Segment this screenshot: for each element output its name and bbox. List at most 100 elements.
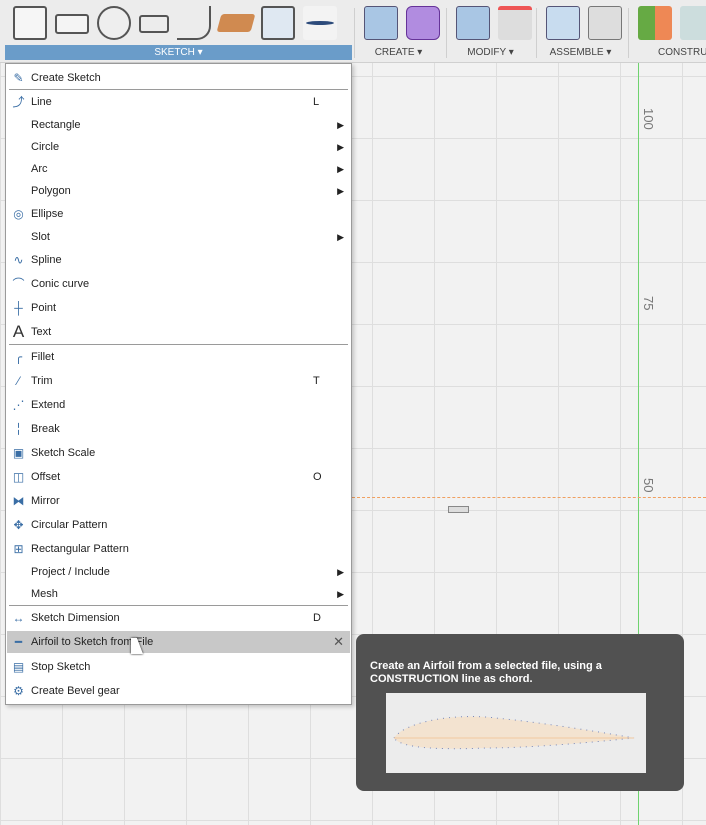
menu-item-label: Sketch Dimension <box>31 612 120 624</box>
shortcut-key: D <box>313 612 321 624</box>
airfoil-icon: ━ <box>14 635 23 649</box>
bevel-gear-icon: ⚙ <box>13 684 24 698</box>
menu-item-label: Point <box>31 302 57 314</box>
menu-item-extend[interactable]: ⋰ Extend <box>7 394 350 416</box>
assemble-menu-label[interactable]: ASSEMBLE ▾ <box>538 45 623 60</box>
center-rectangle-icon[interactable] <box>139 15 169 33</box>
airfoil-preview-image <box>386 693 646 773</box>
menu-item-label: Rectangle <box>31 119 81 131</box>
assemble-group: ASSEMBLE ▾ <box>538 0 623 62</box>
submenu-arrow-icon: ▶ <box>337 589 344 599</box>
dimension-glyph <box>448 506 469 513</box>
airfoil-icon[interactable] <box>303 6 337 40</box>
circle-icon[interactable] <box>97 6 131 40</box>
menu-item-label: Fillet <box>31 351 55 363</box>
ellipse-icon: ◎ <box>13 207 24 221</box>
shortcut-key: L <box>313 96 320 108</box>
press-pull-icon[interactable] <box>456 6 490 40</box>
rectangle-icon[interactable] <box>55 14 89 34</box>
modify-menu-label[interactable]: MODIFY ▾ <box>448 45 533 60</box>
form-icon[interactable] <box>406 6 440 40</box>
menu-item-label: Conic curve <box>31 278 90 290</box>
menu-item-conic-curve[interactable]: ⌒ Conic curve <box>7 273 350 295</box>
menu-item-label: Spline <box>31 254 62 266</box>
menu-item-create-bevel-gear[interactable]: ⚙ Create Bevel gear <box>7 680 350 702</box>
menu-item-mirror[interactable]: ⧓ Mirror <box>7 490 350 512</box>
menu-item-label: Extend <box>31 399 66 411</box>
menu-item-stop-sketch[interactable]: ▤ Stop Sketch <box>7 656 350 678</box>
create-sketch-icon: ✎ <box>13 71 24 85</box>
menu-item-slot[interactable]: Slot ▶ <box>7 226 350 248</box>
joint-icon[interactable] <box>588 6 622 40</box>
project-icon[interactable] <box>216 14 256 32</box>
extend-icon: ⋰ <box>12 398 25 412</box>
menu-item-label: Sketch Scale <box>31 447 96 459</box>
submenu-arrow-icon: ▶ <box>337 120 344 130</box>
submenu-arrow-icon: ▶ <box>337 186 344 196</box>
stop-sketch-icon: ▤ <box>12 660 25 674</box>
menu-item-sketch-dimension[interactable]: ↔ Sketch Dimension D <box>7 607 350 629</box>
menu-item-label: Ellipse <box>31 208 64 220</box>
modify-group: MODIFY ▾ <box>448 0 533 62</box>
new-component-icon[interactable] <box>546 6 580 40</box>
extrude-sketch-icon[interactable] <box>261 6 295 40</box>
menu-item-polygon[interactable]: Polygon ▶ <box>7 180 350 202</box>
menu-item-label: Rectangular Pattern <box>31 543 129 555</box>
extrude-icon[interactable] <box>364 6 398 40</box>
construct-menu-label[interactable]: CONSTRU <box>630 45 706 60</box>
menu-item-text[interactable]: A Text <box>7 321 350 343</box>
menu-item-airfoil-to-sketch-from-file[interactable]: ━ Airfoil to Sketch from File ✕ <box>7 631 350 653</box>
trim-icon: ⁄ <box>17 374 20 388</box>
menu-item-mesh[interactable]: Mesh ▶ <box>7 583 350 605</box>
menu-item-circular-pattern[interactable]: ✥ Circular Pattern <box>7 514 350 536</box>
text-icon: A <box>12 322 25 341</box>
midplane-icon[interactable] <box>680 6 706 40</box>
submenu-arrow-icon: ▶ <box>337 567 344 577</box>
ruler-label: 100 <box>641 108 656 130</box>
submenu-arrow-icon: ▶ <box>337 164 344 174</box>
menu-item-project-include[interactable]: Project / Include ▶ <box>7 561 350 583</box>
menu-item-label: Create Bevel gear <box>31 685 120 697</box>
menu-item-label: Project / Include <box>31 566 110 578</box>
rectangular-pattern-icon: ⊞ <box>13 542 24 556</box>
menu-item-label: Arc <box>31 163 48 175</box>
menu-item-rectangular-pattern[interactable]: ⊞ Rectangular Pattern <box>7 538 350 560</box>
menu-item-point[interactable]: ┼ Point <box>7 297 350 319</box>
menu-item-label: Circle <box>31 141 60 153</box>
toolbar: SKETCH ▾ CREATE ▾ MODIFY ▾ ASSEMBLE ▾ CO… <box>0 0 706 63</box>
menu-item-label: Break <box>31 423 60 435</box>
menu-item-fillet[interactable]: ╭ Fillet <box>7 346 350 368</box>
menu-item-label: Line <box>31 96 52 108</box>
menu-item-spline[interactable]: ∿ Spline <box>7 249 350 271</box>
spline-icon[interactable] <box>177 6 211 40</box>
menu-item-rectangle[interactable]: Rectangle ▶ <box>7 114 350 136</box>
split-body-icon[interactable] <box>498 6 532 40</box>
menu-item-offset[interactable]: ◫ Offset O <box>7 466 350 488</box>
close-icon[interactable]: ✕ <box>333 631 344 653</box>
menu-item-circle[interactable]: Circle ▶ <box>7 136 350 158</box>
menu-item-sketch-scale[interactable]: ▣ Sketch Scale <box>7 442 350 464</box>
create-menu-label[interactable]: CREATE ▾ <box>356 45 441 60</box>
menu-item-line[interactable]: ⤴ Line L <box>7 91 350 113</box>
menu-item-label: Mirror <box>31 495 60 507</box>
menu-item-create-sketch[interactable]: ✎ Create Sketch <box>7 67 350 89</box>
menu-item-trim[interactable]: ⁄ Trim T <box>7 370 350 392</box>
sketch-menu-label[interactable]: SKETCH ▾ <box>5 45 352 60</box>
menu-item-label: Slot <box>31 231 50 243</box>
menu-item-ellipse[interactable]: ◎ Ellipse <box>7 203 350 225</box>
sketch-dropdown-menu: ✎ Create Sketch ⤴ Line L Rectangle ▶ Circle ▶ Arc… <box>5 63 352 705</box>
menu-item-label: Text <box>31 326 52 338</box>
create-group: CREATE ▾ <box>356 0 441 62</box>
submenu-arrow-icon: ▶ <box>337 142 344 152</box>
shortcut-key: T <box>313 375 320 387</box>
ruler-label: 50 <box>641 478 656 493</box>
mirror-icon: ⧓ <box>12 494 25 508</box>
menu-item-arc[interactable]: Arc ▶ <box>7 158 350 180</box>
menu-item-label: Trim <box>31 375 53 387</box>
menu-item-break[interactable]: ╎ Break <box>7 418 350 440</box>
tooltip-text: Create an Airfoil from a selected file, … <box>370 660 602 685</box>
create-sketch-icon[interactable] <box>13 6 47 40</box>
construction-line[interactable] <box>352 497 706 498</box>
shortcut-key: O <box>313 471 322 483</box>
offset-plane-icon[interactable] <box>638 6 672 40</box>
